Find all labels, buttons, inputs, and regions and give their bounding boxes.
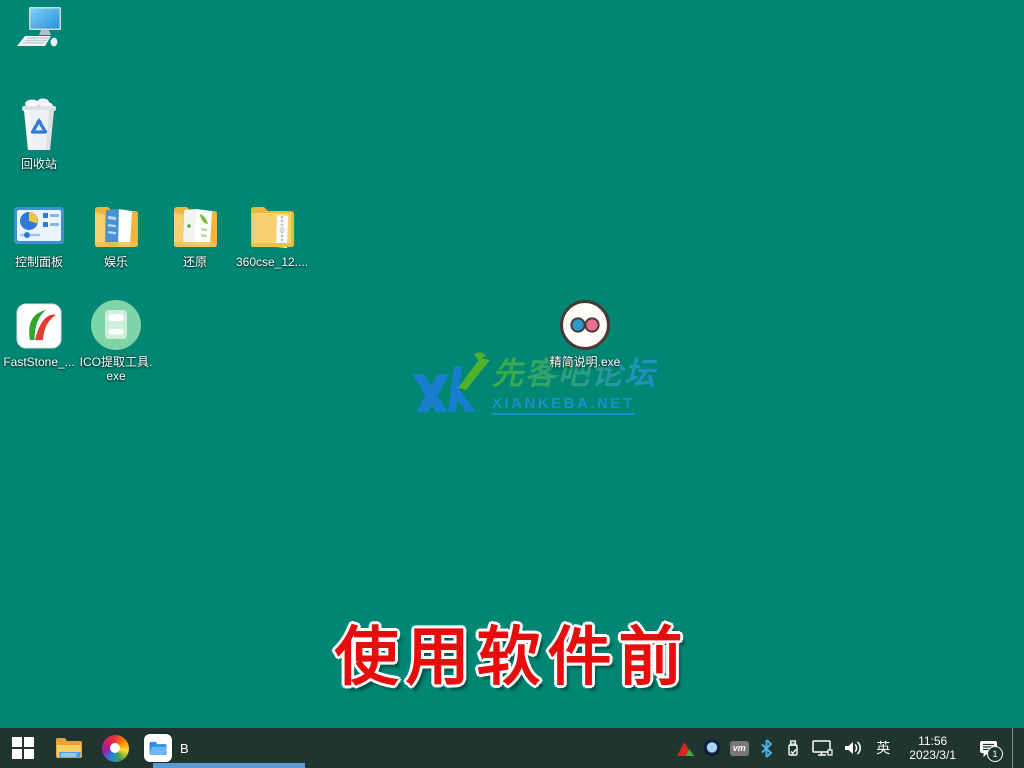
action-center-button[interactable]: 1 — [971, 728, 1005, 768]
desktop-icon-recycle-bin[interactable]: 回收站 — [1, 96, 77, 171]
usb-eject-tray-icon[interactable] — [783, 737, 803, 759]
app-b-tile — [144, 734, 172, 762]
ico-tool-icon — [90, 298, 142, 352]
desktop-icon-folder-restore[interactable]: 还原 — [157, 200, 233, 269]
bluetooth-tray-icon[interactable] — [756, 737, 776, 759]
folder-icon — [91, 200, 141, 252]
system-tray: vm — [675, 728, 1024, 768]
desktop-icon-readme-exe[interactable]: 精简说明.exe — [547, 298, 623, 369]
folder-icon — [170, 200, 220, 252]
taskbar: B vm — [0, 728, 1024, 768]
icon-label: ICO提取工具.exe — [78, 355, 154, 383]
taskbar-app-b[interactable]: B — [138, 728, 304, 768]
control-panel-icon — [12, 200, 66, 252]
taskbar-active-underline — [153, 763, 305, 768]
icon-label: 回收站 — [21, 157, 57, 171]
volume-tray-icon[interactable] — [841, 737, 865, 759]
watermark-url: XIANKEBA.NET — [492, 395, 635, 415]
icon-label: 还原 — [183, 255, 207, 269]
icon-label: 360cse_12.... — [236, 255, 308, 269]
icon-label: 控制面板 — [15, 255, 63, 269]
caption-text: 使用软件前 — [0, 606, 1024, 698]
desktop-icon-control-panel[interactable]: 控制面板 — [1, 200, 77, 269]
vmware-tray-icon[interactable]: vm — [729, 737, 749, 759]
taskbar-clock[interactable]: 11:56 2023/3/1 — [901, 734, 964, 762]
file-explorer-icon — [55, 736, 83, 760]
windows-logo-icon — [12, 737, 34, 759]
desktop-icon-folder-entertainment[interactable]: 娱乐 — [78, 200, 154, 269]
app-b-label: B — [180, 741, 189, 756]
readme-exe-icon — [558, 298, 612, 352]
app-circle-tray-icon[interactable] — [702, 737, 722, 759]
clock-date: 2023/3/1 — [909, 748, 956, 762]
faststone-icon — [15, 300, 63, 352]
blue-folder-icon — [147, 738, 169, 758]
notification-count-badge: 1 — [987, 746, 1003, 762]
network-tray-icon[interactable] — [810, 737, 834, 759]
faststone-tray-icon[interactable] — [675, 737, 695, 759]
desktop-icon-this-pc[interactable] — [1, 4, 77, 59]
icon-label: 精简说明.exe — [550, 355, 621, 369]
show-desktop-button[interactable] — [1012, 728, 1020, 768]
icon-label: FastStone_... — [3, 355, 74, 369]
folder-icon — [247, 200, 297, 252]
desktop: 回收站 控制面板 — [0, 0, 1024, 768]
desktop-icon-ico-extract-tool[interactable]: ICO提取工具.exe — [78, 298, 154, 383]
ime-indicator[interactable]: 英 — [872, 738, 894, 758]
desktop-icon-folder-360cse[interactable]: 360cse_12.... — [234, 200, 310, 269]
clock-time: 11:56 — [909, 734, 956, 748]
xk-logo-icon — [404, 348, 490, 420]
browser-pinwheel-icon — [102, 735, 129, 762]
file-explorer-button[interactable] — [46, 728, 92, 768]
this-pc-icon — [13, 4, 65, 56]
icon-label: 娱乐 — [104, 255, 128, 269]
browser-button[interactable] — [92, 728, 138, 768]
recycle-bin-icon — [15, 96, 63, 154]
start-button[interactable] — [0, 728, 46, 768]
desktop-icon-faststone[interactable]: FastStone_... — [1, 300, 77, 369]
